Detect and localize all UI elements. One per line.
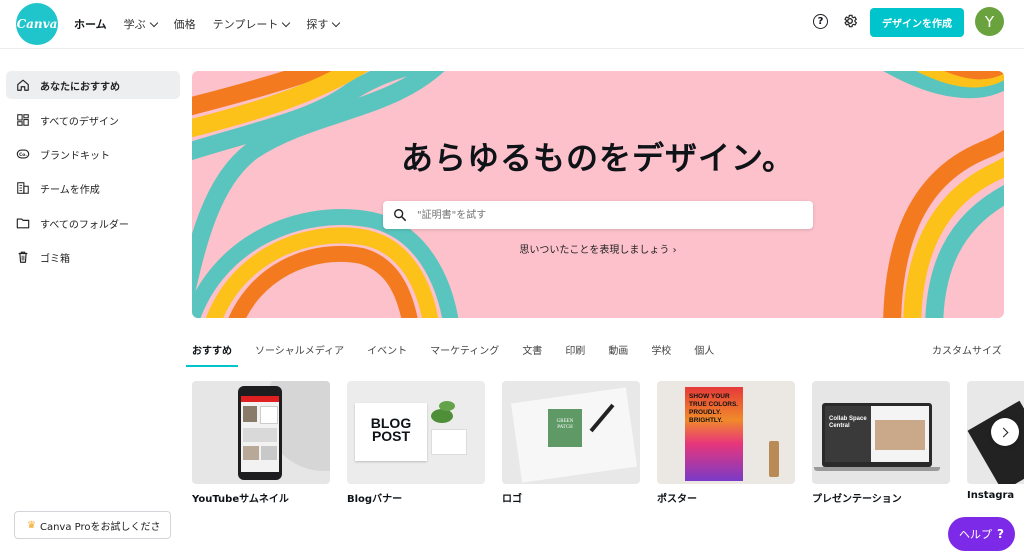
card-logo[interactable]: GREEN PATCH ロゴ [502,381,640,507]
gear-icon[interactable] [842,13,858,29]
card-label: ポスター [657,494,697,505]
nav-home[interactable]: ホーム [74,16,107,32]
logo-text: GREEN PATCH [548,409,582,447]
nav-explore-label: 探す [306,18,329,31]
tab-events[interactable]: イベント [367,335,407,365]
category-tabs: おすすめ ソーシャルメディア イベント マーケティング 文書 印刷 動画 学校 … [186,335,737,367]
tab-school[interactable]: 学校 [651,335,671,365]
nav-pricing[interactable]: 価格 [174,16,196,32]
card-thumbnail: BLOG POST [347,381,485,484]
top-bar: Canva ホーム 学ぶ 価格 テンプレート 探す ? デザインを作成 Y [0,0,1024,49]
nav-learn[interactable]: 学ぶ [123,16,158,32]
card-label: YouTubeサムネイル [192,494,289,505]
svg-text:Co.: Co. [19,152,27,158]
chevron-down-icon [149,18,158,27]
express-ideas-link[interactable]: 思いついたことを表現しましょう › [192,241,1004,256]
question-icon: ? [997,527,1004,541]
sidebar-item-for-you[interactable]: あなたにおすすめ [6,71,180,99]
chevron-down-icon [282,18,291,27]
design-search-box[interactable] [383,201,813,229]
custom-size-link[interactable]: カスタムサイズ [932,342,1002,357]
sidebar-item-label: ブランドキット [40,150,110,162]
card-thumbnail [192,381,330,484]
nav-templates[interactable]: テンプレート [212,16,291,32]
carousel-next-button[interactable] [991,418,1019,446]
try-canva-pro-label: Canva Proをお試しくださ [39,521,161,533]
tab-recommended[interactable]: おすすめ [186,335,238,367]
nav-templates-label: テンプレート [212,18,279,31]
tab-video[interactable]: 動画 [608,335,628,365]
tab-print[interactable]: 印刷 [565,335,585,365]
card-thumbnail: SHOW YOUR TRUE COLORS. PROUDLY. BRIGHTLY… [657,381,795,484]
chevron-right-icon [998,427,1009,437]
crown-icon: ♛ [27,519,36,531]
sidebar-item-label: すべてのフォルダー [40,219,129,231]
hero-banner: あらゆるものをデザイン。 思いついたことを表現しましょう › [192,71,1004,318]
team-icon [17,182,29,194]
folder-icon [16,218,30,229]
search-input[interactable] [415,208,779,222]
sidebar-item-label: ゴミ箱 [40,253,70,265]
card-thumbnail: Collab Space Central [812,381,950,484]
canva-logo[interactable]: Canva [16,3,58,45]
try-canva-pro-button[interactable]: ♛ Canva Proをお試しくださ [14,511,171,539]
avatar[interactable]: Y [975,7,1004,36]
presentation-text: Collab Space Central [825,406,871,462]
card-presentation[interactable]: Collab Space Central プレゼンテーション [812,381,950,507]
tab-marketing[interactable]: マーケティング [430,335,499,365]
poster-text: SHOW YOUR TRUE COLORS. PROUDLY. BRIGHTLY… [689,393,739,424]
sidebar-item-all-folders[interactable]: すべてのフォルダー [6,209,180,237]
sidebar-item-all-designs[interactable]: すべてのデザイン [6,106,180,134]
card-youtube-thumbnail[interactable]: YouTubeサムネイル [192,381,330,507]
chevron-down-icon [332,18,341,27]
sidebar-item-label: チームを作成 [40,184,100,196]
sidebar-item-trash[interactable]: ゴミ箱 [6,243,180,271]
card-label: プレゼンテーション [812,494,902,505]
sidebar-item-brand-kit[interactable]: Co. ブランドキット [6,140,180,168]
sidebar-item-label: あなたにおすすめ [40,81,120,93]
card-instagram[interactable]: Instagra [967,381,1024,507]
card-poster[interactable]: SHOW YOUR TRUE COLORS. PROUDLY. BRIGHTLY… [657,381,795,507]
sidebar-item-create-team[interactable]: チームを作成 [6,174,180,202]
tab-personal[interactable]: 個人 [694,335,714,365]
nav-explore[interactable]: 探す [306,16,341,32]
tab-documents[interactable]: 文書 [522,335,542,365]
home-icon [17,79,29,91]
card-thumbnail: GREEN PATCH [502,381,640,484]
grid-icon [17,114,29,126]
rainbow-decoration [192,71,1004,318]
hero-title: あらゆるものをデザイン。 [400,139,796,177]
card-label: Instagra [967,490,1015,501]
brand-kit-icon: Co. [16,149,30,159]
card-label: Blogバナー [347,494,403,505]
nav-pricing-label: 価格 [173,18,196,31]
tab-social-media[interactable]: ソーシャルメディア [255,335,344,365]
card-blog-banner[interactable]: BLOG POST Blogバナー [347,381,485,507]
nav-home-label: ホーム [74,18,107,31]
blog-post-text: BLOG POST [355,403,427,461]
help-button[interactable]: ヘルプ? [948,517,1015,551]
create-design-button[interactable]: デザインを作成 [870,8,964,37]
help-button-label: ヘルプ [959,528,993,541]
nav-learn-label: 学ぶ [123,18,146,31]
main-nav: ホーム 学ぶ 価格 テンプレート 探す [74,0,356,48]
sidebar: あなたにおすすめ すべてのデザイン Co. ブランドキット チームを作成 すべて… [0,49,188,559]
help-icon[interactable]: ? [813,14,828,29]
search-icon [394,209,407,222]
trash-icon [18,251,28,263]
sidebar-item-label: すべてのデザイン [40,116,119,128]
card-label: ロゴ [502,494,522,505]
